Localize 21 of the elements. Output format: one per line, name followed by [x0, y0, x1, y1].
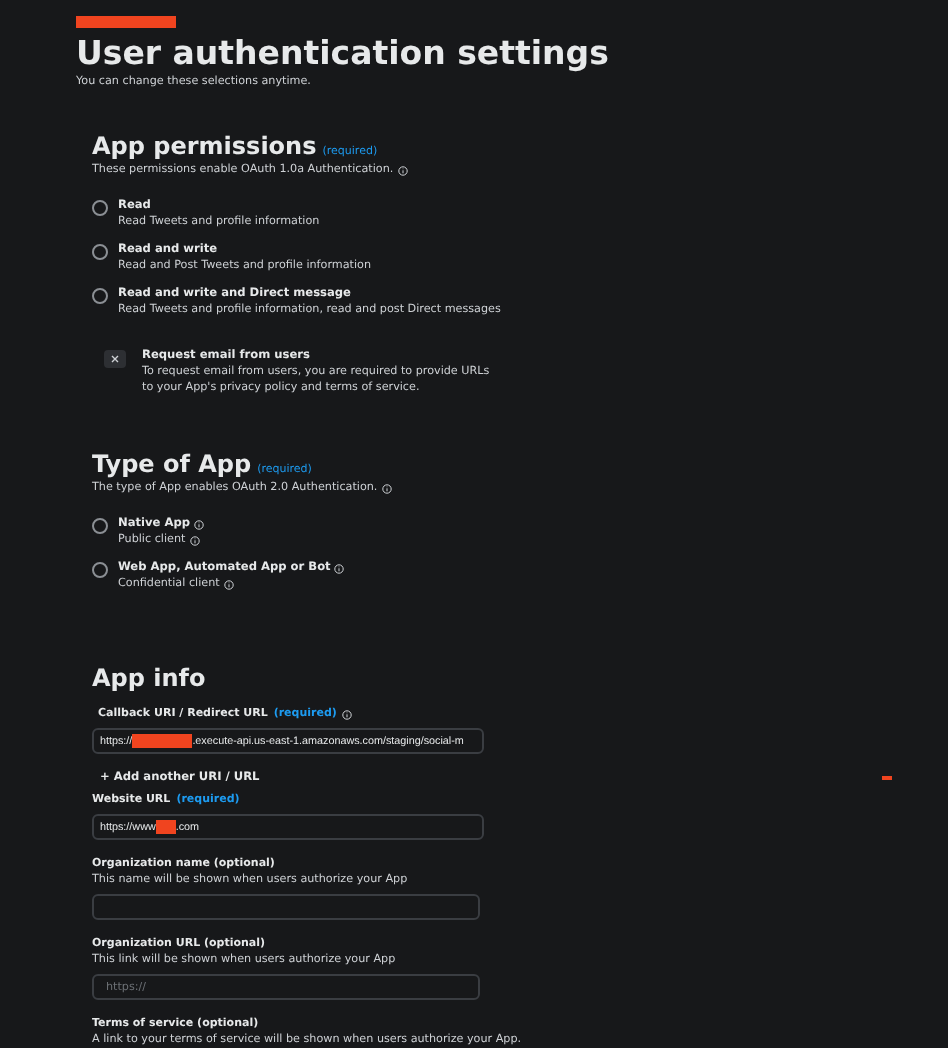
section-title: App info: [92, 664, 208, 694]
input-field[interactable]: [92, 894, 480, 920]
redaction-mark: [882, 776, 892, 780]
info-icon: [397, 165, 408, 175]
radio-button[interactable]: [92, 200, 108, 216]
page-title: User authentication settings: [76, 32, 611, 74]
redaction-bar: [76, 16, 176, 28]
radio-button[interactable]: [92, 562, 108, 578]
info-icon: [194, 519, 205, 529]
info-icon: [342, 709, 353, 719]
cross-icon: [110, 354, 120, 364]
radio-button[interactable]: [92, 288, 108, 304]
checkbox[interactable]: [104, 350, 126, 368]
info-icon: [381, 483, 392, 493]
radio-button[interactable]: [92, 244, 108, 260]
info-icon: [223, 579, 234, 589]
section-title: Type of App: [92, 450, 252, 480]
section-title: App permissions: [92, 132, 317, 162]
info-icon: [189, 535, 200, 545]
radio-button[interactable]: [92, 518, 108, 534]
info-icon: [334, 563, 345, 573]
